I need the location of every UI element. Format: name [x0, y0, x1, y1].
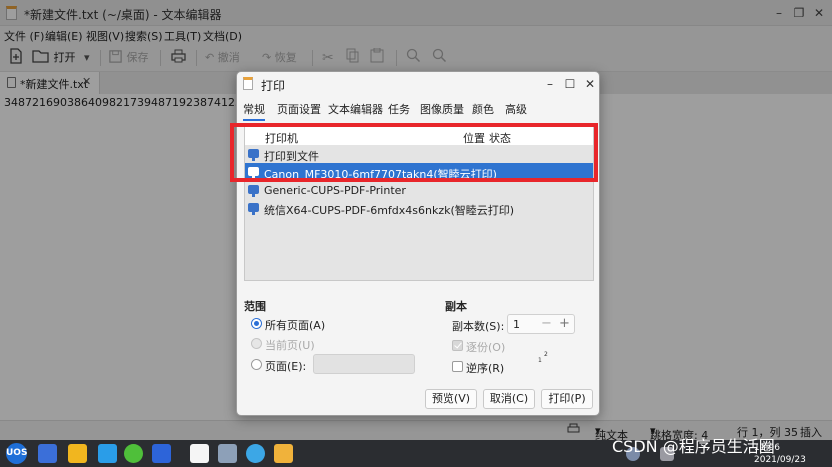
copies-stepper[interactable]: 1 − +	[507, 314, 575, 334]
pages-label: 页面(E):	[265, 360, 307, 373]
start-menu-button[interactable]: UOS	[6, 443, 27, 464]
pages-range-input[interactable]	[313, 354, 415, 374]
edge-browser-icon[interactable]	[246, 444, 265, 463]
cancel-button[interactable]: 取消(C)	[483, 389, 535, 409]
collate-preview-icon-2: 2	[544, 351, 548, 358]
range-heading: 范围	[244, 300, 266, 313]
word-processor-icon[interactable]	[152, 444, 171, 463]
printer-icon	[248, 185, 259, 197]
copies-heading: 副本	[445, 300, 467, 313]
all-pages-label: 所有页面(A)	[265, 319, 326, 332]
multitask-view-icon[interactable]	[38, 444, 57, 463]
print-manager-icon[interactable]	[218, 444, 237, 463]
printer-row-generic-cups-pdf[interactable]: Generic-CUPS-PDF-Printer	[245, 181, 593, 199]
csdn-watermark: CSDN @程序员生活圈	[612, 437, 775, 456]
dialog-title: 打印	[261, 79, 286, 93]
highlight-annotation-box	[230, 123, 598, 182]
pages-radio[interactable]	[251, 359, 262, 370]
app-store-icon[interactable]	[98, 444, 117, 463]
collate-checkbox	[452, 340, 463, 351]
dialog-tabs: 常规 页面设置 文本编辑器 任务 图像质量 颜色 高级	[237, 98, 599, 121]
decrement-icon[interactable]: −	[541, 316, 552, 331]
file-manager-icon[interactable]	[68, 444, 87, 463]
current-page-label: 当前页(U)	[265, 339, 315, 352]
tab-advanced[interactable]: 高级	[505, 101, 527, 117]
all-pages-radio[interactable]	[251, 318, 262, 329]
browser-icon[interactable]	[124, 444, 143, 463]
reverse-label: 逆序(R)	[466, 362, 505, 375]
dialog-close-button[interactable]: ✕	[582, 75, 598, 93]
folder-taskbar-icon[interactable]	[274, 444, 293, 463]
dialog-titlebar: 打印 – ☐ ✕	[237, 72, 599, 96]
printer-icon	[248, 203, 259, 215]
tab-image-quality[interactable]: 图像质量	[420, 101, 464, 117]
copies-count-label: 副本数(S):	[452, 320, 505, 333]
printer-name: 统信X64-CUPS-PDF-6mfdx4s6nkzk(智睦云打印)	[264, 204, 515, 217]
increment-icon[interactable]: +	[559, 316, 570, 331]
tab-page-setup[interactable]: 页面设置	[277, 101, 321, 117]
preview-button[interactable]: 预览(V)	[425, 389, 477, 409]
tab-general[interactable]: 常规	[243, 101, 265, 121]
text-editor-taskbar-icon[interactable]	[190, 444, 209, 463]
printer-row-tongxin-cups-pdf[interactable]: 统信X64-CUPS-PDF-6mfdx4s6nkzk(智睦云打印)	[245, 199, 593, 217]
print-button[interactable]: 打印(P)	[541, 389, 593, 409]
collate-preview-icon-1: 1	[538, 357, 542, 364]
reverse-checkbox[interactable]	[452, 361, 463, 372]
collate-label: 逐份(O)	[466, 341, 506, 354]
tab-text-editor[interactable]: 文本编辑器	[328, 101, 383, 117]
tab-jobs[interactable]: 任务	[388, 101, 410, 117]
dialog-minimize-button[interactable]: –	[542, 75, 558, 93]
dialog-maximize-button[interactable]: ☐	[562, 75, 578, 93]
dialog-app-icon	[243, 77, 253, 90]
tab-color[interactable]: 颜色	[472, 101, 494, 117]
copies-count-value: 1	[513, 318, 520, 331]
printer-name: Generic-CUPS-PDF-Printer	[264, 184, 406, 197]
current-page-radio	[251, 338, 262, 349]
